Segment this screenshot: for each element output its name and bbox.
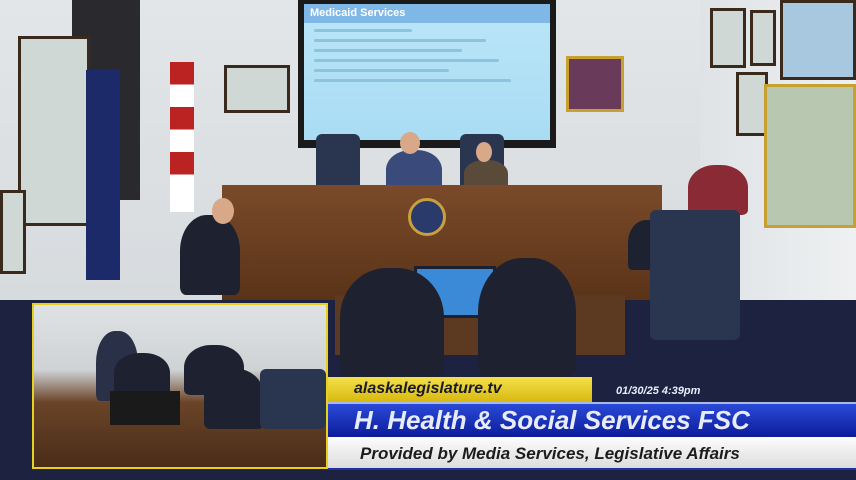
state-seal [408, 198, 446, 236]
staff-member [688, 165, 748, 215]
committee-title: H. Health & Social Services FSC [328, 402, 856, 437]
chair [316, 134, 360, 190]
picture-in-picture-inset [32, 303, 328, 469]
slide-title: Medicaid Services [310, 7, 406, 19]
map-painting [18, 36, 90, 226]
alaska-map-painting [764, 84, 856, 228]
timestamp: 01/30/25 4:39pm [616, 385, 701, 397]
projection-screen: Medicaid Services [298, 0, 556, 148]
monitor [110, 391, 180, 425]
broadcast-lower-third: alaskalegislature.tv 01/30/25 4:39pm H. … [328, 377, 856, 473]
wall-frame [710, 8, 746, 68]
wall-painting [224, 65, 290, 113]
us-flag [170, 62, 194, 212]
portrait-painting [566, 56, 624, 112]
wall-frame [0, 190, 26, 274]
alaska-flag [86, 70, 120, 280]
wall-painting [780, 0, 856, 80]
testifier [340, 268, 444, 378]
committee-member [180, 215, 240, 295]
credit-line: Provided by Media Services, Legislative … [328, 437, 856, 470]
wall-frame [750, 10, 776, 66]
website-label: alaskalegislature.tv [328, 377, 592, 402]
chair [650, 210, 740, 340]
testifier [478, 258, 576, 378]
